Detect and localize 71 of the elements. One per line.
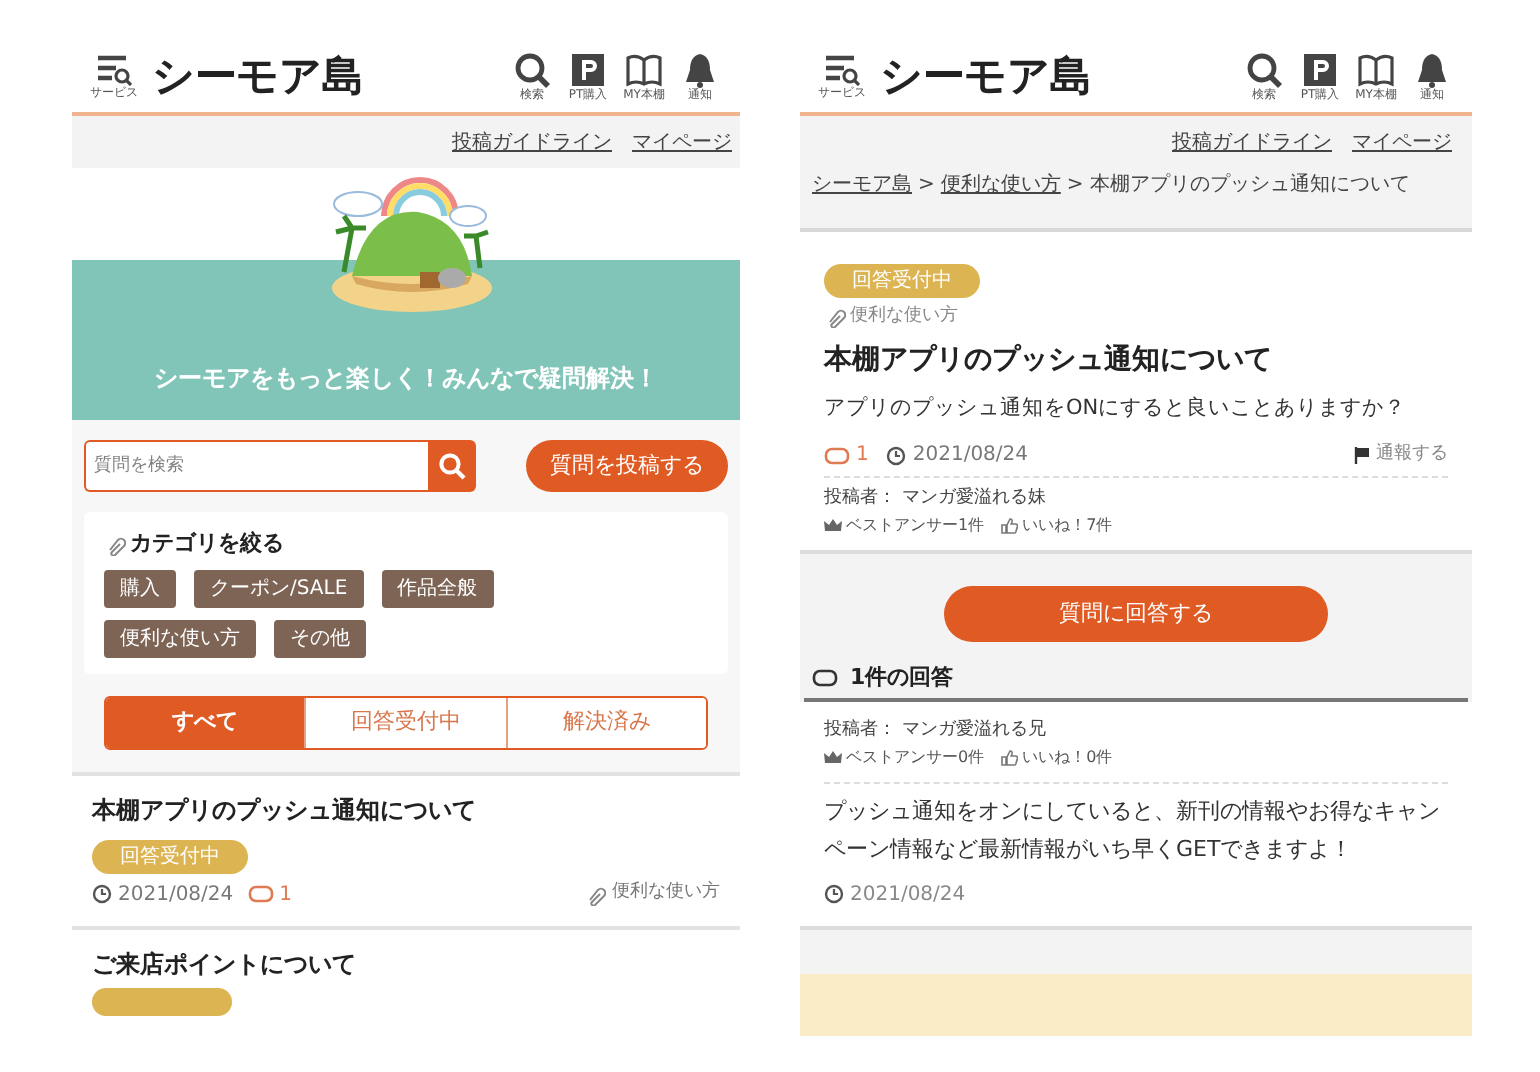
category-tag[interactable]: クーポン/SALE (194, 569, 364, 607)
clock-icon (886, 445, 907, 466)
likes-count: いいね！7件 (1022, 513, 1113, 538)
question-title[interactable]: ご来店ポイントについて (92, 945, 720, 981)
thumbs-up-icon (1000, 749, 1019, 766)
comment-icon (247, 884, 274, 904)
question-title[interactable]: 本棚アプリのプッシュ通知について (92, 791, 720, 827)
answer-question-button[interactable]: 質問に回答する (944, 585, 1328, 642)
status-badge: 回答受付中 (92, 839, 248, 873)
breadcrumb-item[interactable]: 便利な使い方 (940, 170, 1061, 200)
breadcrumb-item[interactable]: シーモア島 (812, 170, 912, 200)
bell-icon (682, 51, 718, 87)
question-title: 本棚アプリのプッシュ通知について (824, 341, 1274, 379)
filter-tab[interactable]: すべて (106, 697, 305, 747)
category-tag[interactable]: 便利な使い方 (104, 619, 256, 657)
crown-icon (824, 518, 842, 533)
category-tag[interactable]: 購入 (104, 569, 176, 607)
category-tag[interactable]: その他 (274, 619, 366, 657)
parking-sign-icon (570, 51, 606, 87)
category-label: 便利な使い方 (612, 880, 720, 907)
header-link[interactable]: マイページ (1352, 128, 1452, 158)
answers-heading: 1件の回答 (850, 661, 954, 694)
category-tag[interactable]: 作品全般 (381, 569, 494, 607)
paperclip-icon (104, 533, 126, 556)
answer-date: 2021/08/24 (850, 881, 966, 910)
status-badge (92, 987, 232, 1015)
paperclip-icon (584, 883, 606, 905)
poster-name: 投稿者： マンガ愛溢れる兄 (824, 718, 1048, 745)
site-logo[interactable]: シーモア島 (880, 55, 1091, 97)
poster-name: 投稿者： マンガ愛溢れる妹 (824, 486, 1048, 513)
best-answer-count: ベストアンサー1件 (846, 513, 985, 538)
best-answer-count: ベストアンサー0件 (846, 745, 985, 770)
category-label[interactable]: 便利な使い方 (850, 304, 958, 331)
post-date: 2021/08/24 (912, 442, 1029, 471)
category-title: カテゴリを絞る (130, 528, 284, 560)
header-link[interactable]: マイページ (632, 127, 732, 157)
search-field[interactable]: 質問を検索 (84, 440, 428, 492)
header-link[interactable]: 投稿ガイドライン (452, 127, 612, 157)
open-book-icon (1358, 51, 1394, 87)
status-badge: 回答受付中 (824, 264, 980, 298)
bell-icon (1414, 51, 1450, 87)
comment-icon (824, 445, 850, 466)
flag-icon (1354, 446, 1370, 465)
search-icon (1246, 51, 1282, 87)
parking-sign-icon (1302, 51, 1338, 87)
post-date: 2021/08/24 (118, 881, 234, 909)
header-link[interactable]: 投稿ガイドライン (1172, 128, 1332, 158)
open-book-icon (626, 51, 662, 87)
paperclip-icon (824, 306, 846, 329)
search-icon (438, 452, 466, 480)
clock-icon (92, 884, 112, 904)
report-link[interactable]: 通報する (1376, 442, 1448, 469)
breadcrumb-item: 本棚アプリのプッシュ通知について (1089, 171, 1410, 200)
menu-search-icon (96, 53, 132, 85)
speech-bubble-icon (812, 667, 840, 689)
site-logo[interactable]: シーモア島 (152, 55, 363, 97)
breadcrumb-separator: > (918, 172, 935, 200)
search-icon (514, 51, 550, 87)
thumbs-up-icon (1000, 517, 1019, 534)
crown-icon (824, 750, 842, 765)
question-body: アプリのプッシュ通知をONにすると良いことありますか？ (824, 393, 1409, 423)
breadcrumb-separator: > (1066, 172, 1084, 200)
answer-body: プッシュ通知をオンにしていると、新刊の情報やお得なキャンペーン情報など最新情報がいち早くGETできますよ！ (824, 795, 1442, 866)
clock-icon (824, 884, 844, 905)
post-question-button[interactable]: 質問を投稿する (526, 440, 728, 492)
comment-count: 1 (279, 881, 293, 909)
comment-count: 1 (856, 442, 869, 471)
search-button[interactable] (428, 440, 476, 492)
menu-search-icon (824, 53, 860, 85)
banner-caption: シーモアをもっと楽しく！みんなで疑問解決！ (152, 362, 660, 396)
likes-count: いいね！0件 (1022, 745, 1113, 770)
